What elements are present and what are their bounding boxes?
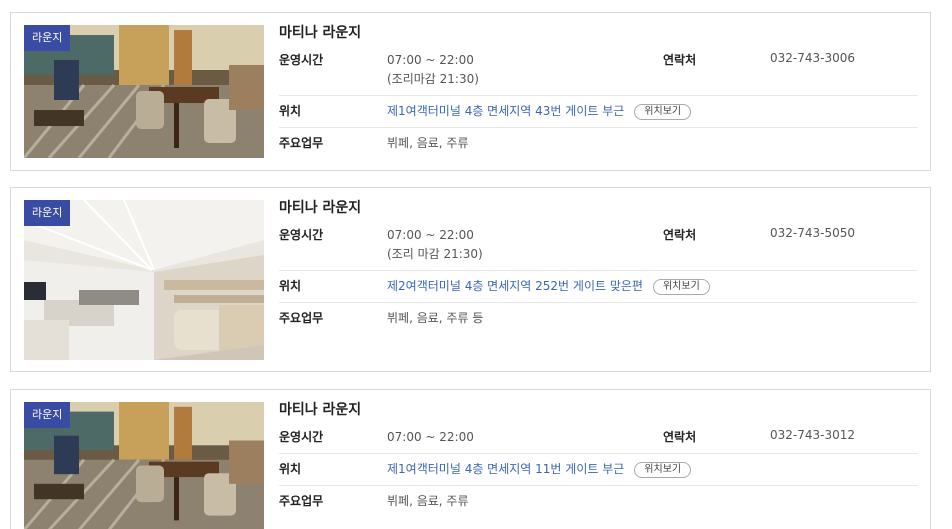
lounge-card: 라운지	[10, 389, 931, 529]
hours-note: (조리마감 21:30)	[387, 72, 479, 86]
hours-row: 운영시간 07:00 ~ 22:00 연락처 032-743-3012	[279, 422, 918, 454]
contact-value: 032-743-3006	[770, 51, 856, 65]
location-label: 위치	[279, 462, 302, 476]
view-location-button[interactable]: 위치보기	[634, 104, 692, 120]
location-text[interactable]: 제1여객터미널 4층 면세지역 43번 게이트 부근	[387, 104, 624, 118]
service-label: 주요업무	[279, 311, 324, 325]
location-value: 제1여객터미널 4층 면세지역 11번 게이트 부근 위치보기	[387, 454, 918, 485]
contact-value: 032-743-5050	[770, 226, 856, 240]
service-row: 주요업무 뷔페, 음료, 주류	[279, 128, 918, 159]
location-text[interactable]: 제1여객터미널 4층 면세지역 11번 게이트 부근	[387, 462, 624, 476]
service-label: 주요업무	[279, 136, 324, 150]
lounge-name: 마티나 라운지	[279, 402, 362, 418]
lounge-info: 마티나 라운지 운영시간 07:00 ~ 22:00 연락처 032-743-3…	[279, 398, 918, 517]
hours-note: (조리 마감 21:30)	[387, 247, 483, 261]
location-text[interactable]: 제2여객터미널 4층 면세지역 252번 게이트 맞은편	[387, 279, 643, 293]
location-row: 위치 제1여객터미널 4층 면세지역 11번 게이트 부근 위치보기	[279, 454, 918, 486]
category-tag: 라운지	[24, 25, 71, 51]
location-row: 위치 제1여객터미널 4층 면세지역 43번 게이트 부근 위치보기	[279, 96, 918, 128]
lounge-info: 마티나 라운지 운영시간 07:00 ~ 22:00 (조리마감 21:30) …	[279, 21, 918, 159]
hours-label: 운영시간	[279, 53, 324, 67]
view-location-button[interactable]: 위치보기	[652, 279, 710, 295]
location-label: 위치	[279, 279, 302, 293]
lounge-card: 라운지	[10, 12, 931, 171]
lounge-list: 라운지 마티나 라운지 운영시간 07:00 ~ 22:00 (조리마감 21:…	[0, 0, 952, 529]
lounge-info: 마티나 라운지 운영시간 07:00 ~ 22:00 (조리 마감 21:30)…	[279, 196, 918, 334]
contact-label: 연락처	[663, 430, 697, 444]
hours-row: 운영시간 07:00 ~ 22:00 (조리 마감 21:30) 연락처 032…	[279, 220, 918, 271]
contact-value: 032-743-3012	[770, 428, 856, 442]
service-row: 주요업무 뷔페, 음료, 주류 등	[279, 303, 918, 334]
lounge-photo[interactable]: 라운지	[24, 402, 264, 529]
lounge-photo[interactable]: 라운지	[24, 25, 264, 158]
view-location-button[interactable]: 위치보기	[634, 462, 692, 478]
lounge-card: 라운지	[10, 187, 931, 372]
lounge-name: 마티나 라운지	[279, 25, 362, 41]
location-label: 위치	[279, 104, 302, 118]
lounge-photo[interactable]: 라운지	[24, 200, 264, 360]
service-value: 뷔페, 음료, 주류	[387, 494, 469, 508]
location-row: 위치 제2여객터미널 4층 면세지역 252번 게이트 맞은편 위치보기	[279, 271, 918, 303]
contact-label: 연락처	[663, 53, 697, 67]
location-value: 제2여객터미널 4층 면세지역 252번 게이트 맞은편 위치보기	[387, 271, 918, 302]
hours-label: 운영시간	[279, 430, 324, 444]
location-value: 제1여객터미널 4층 면세지역 43번 게이트 부근 위치보기	[387, 96, 918, 127]
contact-label: 연락처	[663, 228, 697, 242]
lounge-name: 마티나 라운지	[279, 200, 362, 216]
category-tag: 라운지	[24, 402, 71, 428]
service-value: 뷔페, 음료, 주류	[387, 136, 469, 150]
hours-row: 운영시간 07:00 ~ 22:00 (조리마감 21:30) 연락처 032-…	[279, 45, 918, 96]
service-label: 주요업무	[279, 494, 324, 508]
hours-label: 운영시간	[279, 228, 324, 242]
service-row: 주요업무 뷔페, 음료, 주류	[279, 486, 918, 517]
service-value: 뷔페, 음료, 주류 등	[387, 311, 484, 325]
category-tag: 라운지	[24, 200, 71, 226]
